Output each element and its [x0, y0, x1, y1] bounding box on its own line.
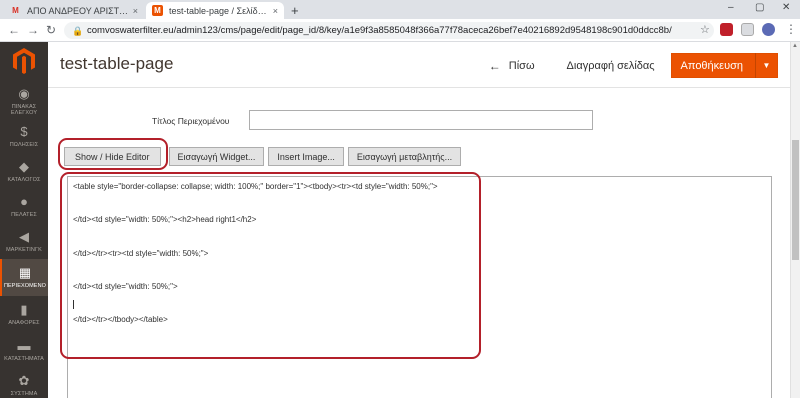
admin-sidebar: ◉ ΠΙΝΑΚΑΣ ΕΛΕΓΧΟΥ $ ΠΩΛΗΣΕΙΣ ◆ ΚΑΤΑΛΟΓΟΣ…: [0, 42, 48, 398]
editor-line: </td><td style="width: 50%;">: [73, 282, 178, 291]
browser-toolbar: ← → ↻ 🔒 comvoswaterfilter.eu/admin123/cm…: [0, 19, 800, 42]
sidebar-item-label: ΣΥΣΤΗΜΑ: [10, 391, 38, 397]
editor-line: <table style="border-collapse: collapse;…: [73, 182, 438, 191]
sidebar-item-label: ΠΕΛΑΤΕΣ: [11, 212, 37, 218]
gear-icon: ✿: [18, 373, 30, 388]
sidebar-item-content[interactable]: ▦ ΠΕΡΙΕΧΟΜΕΝΟ: [0, 259, 48, 296]
page-actions: ← Πίσω Διαγραφή σελίδας Αποθήκευση ▼: [489, 53, 778, 78]
sidebar-item-label: ΚΑΤΑΛΟΓΟΣ: [7, 177, 41, 183]
editor-line: </td></tr></tbody></table>: [73, 315, 168, 324]
extension-icon[interactable]: [720, 23, 733, 36]
sidebar-item-label: ΚΑΤΑΣΤΗΜΑΤΑ: [4, 356, 44, 362]
scroll-up-icon[interactable]: ▲: [792, 43, 798, 49]
chevron-down-icon[interactable]: ▼: [755, 53, 777, 78]
sidebar-item-label: ΠΙΝΑΚΑΣ ΕΛΕΓΧΟΥ: [10, 104, 38, 116]
editor-toolbar: Show / Hide Editor Εισαγωγή Widget... In…: [64, 147, 465, 166]
person-icon: ●: [20, 194, 28, 209]
show-hide-editor-button[interactable]: Show / Hide Editor: [64, 147, 161, 166]
sidebar-item-label: ΠΕΡΙΕΧΟΜΕΝΟ: [3, 283, 47, 289]
dollar-icon: $: [20, 124, 28, 139]
megaphone-icon: ◀: [19, 229, 29, 244]
close-icon[interactable]: ×: [273, 6, 278, 16]
maximize-button[interactable]: ▢: [755, 2, 764, 13]
sidebar-item-label: ΜΑΡΚΕΤΙΝΓΚ: [6, 247, 42, 253]
content-icon: ▦: [18, 265, 32, 280]
bookmark-star-icon[interactable]: ☆: [700, 23, 710, 36]
reload-icon[interactable]: ↻: [46, 23, 56, 37]
box-icon: ◆: [19, 159, 29, 174]
minimize-button[interactable]: –: [728, 2, 734, 13]
magento-icon: M: [152, 5, 163, 16]
content-title-label: Τίτλος Περιεχομένου: [152, 116, 230, 126]
editor-line: </td></tr><tr><td style="width: 50%;">: [73, 249, 209, 258]
url-text: comvoswaterfilter.eu/admin123/cms/page/e…: [87, 25, 672, 36]
main-content: test-table-page ← Πίσω Διαγραφή σελίδας …: [48, 42, 800, 398]
profile-avatar[interactable]: [762, 23, 775, 36]
insert-widget-button[interactable]: Εισαγωγή Widget...: [168, 147, 265, 166]
header-divider: [48, 87, 800, 88]
scrollbar-thumb[interactable]: [792, 140, 799, 260]
sidebar-item-dashboard[interactable]: ◉ ΠΙΝΑΚΑΣ ΕΛΕΓΧΟΥ: [0, 83, 48, 120]
browser-menu-icon[interactable]: ⋮: [785, 22, 797, 36]
window-close-button[interactable]: ✕: [782, 2, 790, 13]
sidebar-item-reports[interactable]: ▮ ΑΝΑΦΟΡΕΣ: [0, 296, 48, 333]
dashboard-icon: ◉: [18, 86, 30, 101]
text-caret: [73, 300, 74, 309]
back-arrow-icon: ←: [488, 58, 501, 73]
save-label: Αποθήκευση: [680, 59, 743, 72]
sidebar-item-customers[interactable]: ● ΠΕΛΑΤΕΣ: [0, 188, 48, 225]
back-button[interactable]: ← Πίσω: [489, 59, 535, 73]
lock-icon: 🔒: [72, 26, 84, 36]
sidebar-item-label: ΑΝΑΦΟΡΕΣ: [8, 320, 40, 326]
sidebar-item-catalog[interactable]: ◆ ΚΑΤΑΛΟΓΟΣ: [0, 153, 48, 190]
insert-image-button[interactable]: Insert Image...: [268, 147, 344, 166]
sidebar-item-marketing[interactable]: ◀ ΜΑΡΚΕΤΙΝΓΚ: [0, 223, 48, 260]
magento-logo[interactable]: [0, 42, 48, 80]
page-title: test-table-page: [60, 54, 174, 73]
browser-tab-magento[interactable]: M test-table-page / Σελίδες / Eleme ×: [146, 2, 284, 19]
close-icon[interactable]: ×: [133, 6, 138, 16]
browser-tab-gmail[interactable]: M ΑΠΟ ΑΝΔΡΕΟΥ ΑΡΙΣΤΟΤΕΛΗΣ - ×: [4, 2, 144, 19]
back-arrow-icon[interactable]: ←: [8, 23, 20, 37]
bar-chart-icon: ▮: [20, 302, 28, 317]
tab-title: ΑΠΟ ΑΝΔΡΕΟΥ ΑΡΙΣΤΟΤΕΛΗΣ -: [27, 5, 129, 16]
browser-tabbar: M ΑΠΟ ΑΝΔΡΕΟΥ ΑΡΙΣΤΟΤΕΛΗΣ - × M test-tab…: [0, 0, 800, 19]
insert-variable-button[interactable]: Εισαγωγή μεταβλητής...: [347, 147, 462, 166]
extension-icon[interactable]: [741, 23, 754, 36]
gmail-icon: M: [12, 6, 19, 15]
address-bar[interactable]: 🔒 comvoswaterfilter.eu/admin123/cms/page…: [64, 22, 714, 39]
back-label: Πίσω: [508, 59, 535, 72]
magento-logo-icon: [13, 48, 35, 74]
new-tab-button[interactable]: +: [291, 3, 299, 18]
page-scrollbar[interactable]: ▲: [790, 42, 800, 398]
html-editor-textarea[interactable]: <table style="border-collapse: collapse;…: [67, 176, 772, 398]
content-title-input[interactable]: [249, 110, 593, 130]
sidebar-item-sales[interactable]: $ ΠΩΛΗΣΕΙΣ: [0, 118, 48, 155]
forward-arrow-icon[interactable]: →: [27, 23, 39, 37]
tab-title: test-table-page / Σελίδες / Eleme: [169, 5, 269, 16]
editor-line: </td><td style="width: 50%;"><h2>head ri…: [73, 215, 257, 224]
store-icon: ▬: [17, 338, 31, 353]
sidebar-item-system[interactable]: ✿ ΣΥΣΤΗΜΑ: [0, 367, 48, 404]
delete-page-button[interactable]: Διαγραφή σελίδας: [567, 60, 655, 72]
sidebar-item-label: ΠΩΛΗΣΕΙΣ: [9, 142, 39, 148]
sidebar-item-stores[interactable]: ▬ ΚΑΤΑΣΤΗΜΑΤΑ: [0, 332, 48, 369]
save-button[interactable]: Αποθήκευση ▼: [670, 53, 778, 78]
